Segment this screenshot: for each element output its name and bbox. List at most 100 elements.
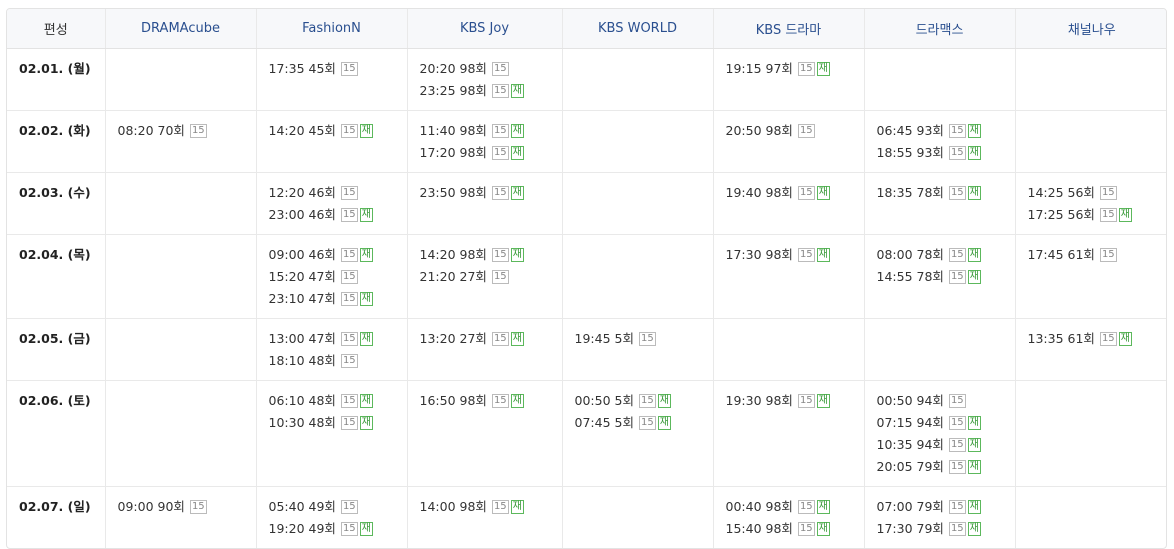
episode-number: 93회 (916, 122, 944, 138)
broadcast-time: 17:20 (419, 144, 456, 160)
broadcast-entry[interactable]: 14:20 45회 15 재 (269, 120, 395, 142)
schedule-cell (562, 234, 714, 318)
broadcast-entry[interactable]: 13:35 61회 15 재 (1028, 328, 1157, 350)
episode-number: 98회 (459, 498, 487, 514)
broadcast-entry[interactable]: 06:10 48회 15 재 (269, 390, 395, 412)
age-rating-15-icon: 15 (340, 291, 358, 306)
broadcast-entry[interactable]: 19:15 97회 15 재 (726, 58, 852, 80)
broadcast-entry[interactable]: 17:30 98회 15 재 (726, 244, 852, 266)
broadcast-entry[interactable]: 23:00 46회 15 재 (269, 204, 395, 226)
broadcast-time: 14:25 (1027, 184, 1064, 200)
episode-number: 98회 (459, 144, 487, 160)
rerun-icon: 재 (816, 61, 830, 76)
broadcast-entry[interactable]: 00:50 94회 15 (877, 390, 1003, 412)
broadcast-entry[interactable]: 11:40 98회 15 재 (420, 120, 550, 142)
schedule-cell: 08:20 70회 15 (105, 110, 257, 172)
schedule-cell: 19:30 98회 15 재 (713, 380, 865, 486)
broadcast-entry[interactable]: 09:00 46회 15 재 (269, 244, 395, 266)
broadcast-entry[interactable]: 07:15 94회 15 재 (877, 412, 1003, 434)
broadcast-entry[interactable]: 08:20 70회 15 (118, 120, 244, 142)
broadcast-entry[interactable]: 06:45 93회 15 재 (877, 120, 1003, 142)
date-cell: 02.04. (목) (7, 234, 106, 318)
broadcast-entry[interactable]: 14:00 98회 15 재 (420, 496, 550, 518)
schedule-cell: 17:35 45회 15 (256, 48, 408, 110)
table-row: 02.06. (토) 06:10 48회 15 재 10:30 48회 15 재 16:50 98회… (7, 380, 1166, 486)
age-rating-15-icon: 15 (948, 123, 966, 138)
broadcast-entry[interactable]: 07:45 5회 15 재 (575, 412, 701, 434)
broadcast-entry[interactable]: 19:20 49회 15 재 (269, 518, 395, 540)
broadcast-entry[interactable]: 18:10 48회 15 (269, 350, 395, 372)
broadcast-entry[interactable]: 17:45 61회 15 (1028, 244, 1157, 266)
broadcast-entry[interactable]: 23:50 98회 15 재 (420, 182, 550, 204)
broadcast-time: 11:40 (419, 122, 456, 138)
header-channel-dramacube[interactable]: DRAMAcube (105, 9, 257, 49)
broadcast-time: 17:25 (1027, 206, 1064, 222)
broadcast-time: 19:20 (268, 520, 305, 536)
broadcast-time: 10:35 (876, 436, 913, 452)
broadcast-entry[interactable]: 00:50 5회 15 재 (575, 390, 701, 412)
header-channel-kbs-joy[interactable]: KBS Joy (407, 9, 563, 49)
age-rating-15-icon: 15 (340, 207, 358, 222)
broadcast-entry[interactable]: 17:25 56회 15 재 (1028, 204, 1157, 226)
broadcast-entry[interactable]: 20:20 98회 15 (420, 58, 550, 80)
broadcast-time: 17:45 (1027, 246, 1064, 262)
broadcast-entry[interactable]: 05:40 49회 15 (269, 496, 395, 518)
broadcast-entry[interactable]: 07:00 79회 15 재 (877, 496, 1003, 518)
broadcast-time: 23:25 (419, 82, 456, 98)
broadcast-entry[interactable]: 08:00 78회 15 재 (877, 244, 1003, 266)
broadcast-time: 23:50 (419, 184, 456, 200)
broadcast-entry[interactable]: 18:55 93회 15 재 (877, 142, 1003, 164)
broadcast-entry[interactable]: 15:20 47회 15 (269, 266, 395, 288)
age-rating-15-icon: 15 (948, 499, 966, 514)
broadcast-entry[interactable]: 15:40 98회 15 재 (726, 518, 852, 540)
broadcast-entry[interactable]: 19:45 5회 15 (575, 328, 701, 350)
episode-number: 98회 (459, 184, 487, 200)
header-channel-fashionn[interactable]: FashionN (256, 9, 408, 49)
schedule-cell: 20:20 98회 15 23:25 98회 15 재 (407, 48, 563, 110)
header-channel-kbs-drama[interactable]: KBS 드라마 (713, 9, 865, 49)
broadcast-entry[interactable]: 13:00 47회 15 재 (269, 328, 395, 350)
broadcast-entry[interactable]: 13:20 27회 15 재 (420, 328, 550, 350)
header-channel-kbs-world[interactable]: KBS WORLD (562, 9, 714, 49)
schedule-cell: 08:00 78회 15 재 14:55 78회 15 재 (864, 234, 1016, 318)
rerun-icon: 재 (510, 145, 524, 160)
schedule-table: 편성 DRAMAcube FashionN KBS Joy KBS WORLD … (7, 9, 1166, 548)
header-channel-dramax[interactable]: 드라맥스 (864, 9, 1016, 49)
broadcast-entry[interactable]: 16:50 98회 15 재 (420, 390, 550, 412)
broadcast-entry[interactable]: 17:20 98회 15 재 (420, 142, 550, 164)
episode-number: 93회 (916, 144, 944, 160)
age-rating-15-icon: 15 (491, 185, 509, 200)
broadcast-entry[interactable]: 20:50 98회 15 (726, 120, 852, 142)
broadcast-entry[interactable]: 23:10 47회 15 재 (269, 288, 395, 310)
broadcast-entry[interactable]: 18:35 78회 15 재 (877, 182, 1003, 204)
age-rating-15-icon: 15 (491, 123, 509, 138)
broadcast-entry[interactable]: 17:35 45회 15 (269, 58, 395, 80)
broadcast-entry[interactable]: 19:30 98회 15 재 (726, 390, 852, 412)
schedule-cell: 13:20 27회 15 재 (407, 318, 563, 380)
broadcast-entry[interactable]: 10:35 94회 15 재 (877, 434, 1003, 456)
broadcast-entry[interactable]: 10:30 48회 15 재 (269, 412, 395, 434)
age-rating-15-icon: 15 (340, 353, 358, 368)
rerun-icon: 재 (967, 145, 981, 160)
broadcast-entry[interactable]: 23:25 98회 15 재 (420, 80, 550, 102)
broadcast-entry[interactable]: 12:20 46회 15 (269, 182, 395, 204)
broadcast-entry[interactable]: 14:20 98회 15 재 (420, 244, 550, 266)
episode-number: 48회 (308, 414, 336, 430)
broadcast-entry[interactable]: 14:25 56회 15 (1028, 182, 1157, 204)
broadcast-time: 16:50 (419, 392, 456, 408)
broadcast-entry[interactable]: 20:05 79회 15 재 (877, 456, 1003, 478)
schedule-cell (864, 48, 1016, 110)
episode-number: 79회 (916, 458, 944, 474)
broadcast-time: 15:20 (268, 268, 305, 284)
broadcast-entry[interactable]: 19:40 98회 15 재 (726, 182, 852, 204)
broadcast-entry[interactable]: 09:00 90회 15 (118, 496, 244, 518)
broadcast-entry[interactable]: 17:30 79회 15 재 (877, 518, 1003, 540)
header-channel-channel-now[interactable]: 채널나우 (1015, 9, 1166, 49)
episode-number: 98회 (765, 498, 793, 514)
broadcast-entry[interactable]: 14:55 78회 15 재 (877, 266, 1003, 288)
date-cell: 02.03. (수) (7, 172, 106, 234)
broadcast-entry[interactable]: 21:20 27회 15 (420, 266, 550, 288)
broadcast-entry[interactable]: 00:40 98회 15 재 (726, 496, 852, 518)
age-rating-15-icon: 15 (948, 415, 966, 430)
rerun-icon: 재 (816, 393, 830, 408)
